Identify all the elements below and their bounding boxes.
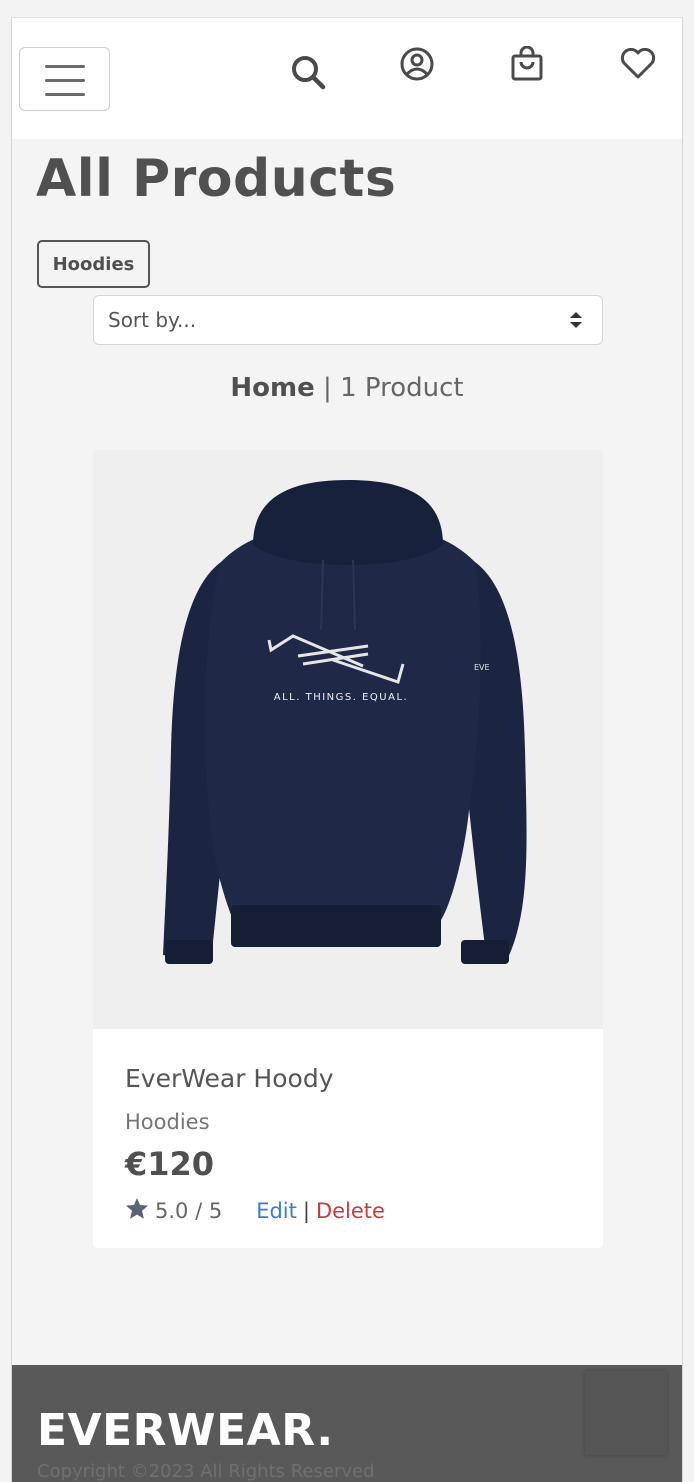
breadcrumb-home-link[interactable]: Home xyxy=(230,373,314,403)
menu-icon xyxy=(45,65,85,68)
product-rating: 5.0 / 5 xyxy=(155,1199,223,1223)
breadcrumb-separator: | xyxy=(314,373,341,403)
recaptcha-badge[interactable] xyxy=(585,1371,667,1455)
menu-button[interactable] xyxy=(19,47,110,111)
heart-icon[interactable] xyxy=(620,48,656,80)
hoodie-print-text: ALL. THINGS. EQUAL. xyxy=(274,692,408,703)
hoodie-image: ALL. THINGS. EQUAL. EVE xyxy=(163,480,527,964)
hoodie-sleeve-text: EVE xyxy=(474,663,490,672)
shopping-bag-icon[interactable] xyxy=(510,46,544,82)
star-icon xyxy=(125,1197,149,1225)
product-meta-row: 5.0 / 5 Edit | Delete xyxy=(125,1197,385,1225)
sort-select[interactable]: Sort by... xyxy=(93,295,603,345)
search-icon[interactable] xyxy=(291,55,327,91)
page-title: All Products xyxy=(36,149,397,209)
account-icon[interactable] xyxy=(399,46,435,82)
select-arrows-icon xyxy=(569,311,583,333)
menu-icon-bar xyxy=(45,79,85,82)
action-separator: | xyxy=(302,1199,310,1223)
category-tag-button[interactable]: Hoodies xyxy=(37,240,150,288)
product-category: Hoodies xyxy=(125,1110,210,1134)
breadcrumb: Home | 1 Product xyxy=(12,373,682,403)
footer: EVERWEAR. Copyright ©2023 All Rights Res… xyxy=(12,1365,682,1482)
footer-brand: EVERWEAR. xyxy=(37,1405,334,1456)
product-name[interactable]: EverWear Hoody xyxy=(125,1064,333,1093)
edit-link[interactable]: Edit xyxy=(256,1199,297,1223)
menu-icon-bar xyxy=(45,93,85,96)
product-count: 1 Product xyxy=(340,373,464,403)
footer-copyright: Copyright ©2023 All Rights Reserved xyxy=(37,1461,375,1482)
product-price: €120 xyxy=(125,1145,215,1183)
app-frame: All Products Hoodies Sort by... Home | 1… xyxy=(11,17,683,1482)
sort-select-value: Sort by... xyxy=(108,308,197,332)
delete-link[interactable]: Delete xyxy=(316,1199,385,1223)
product-image[interactable]: ALL. THINGS. EQUAL. EVE xyxy=(93,450,603,1029)
product-card[interactable]: ALL. THINGS. EQUAL. EVE EverWear Hoody H… xyxy=(93,450,603,1248)
header xyxy=(12,18,682,139)
